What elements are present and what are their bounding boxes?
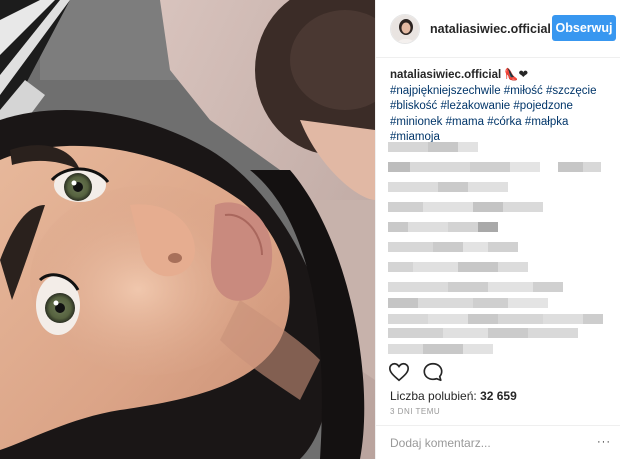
pixel-block — [388, 298, 418, 308]
pixel-block — [478, 222, 498, 232]
hashtag-link[interactable]: #bliskość — [390, 100, 437, 112]
pixel-block — [468, 182, 508, 192]
pixel-block — [533, 282, 563, 292]
pixel-block — [583, 314, 603, 324]
hashtag-link[interactable]: #mama — [446, 116, 484, 128]
pixel-block — [473, 298, 508, 308]
pixel-block — [413, 262, 458, 272]
hashtag-link[interactable]: #najpiękniejszechwile — [390, 85, 501, 97]
pixel-block — [488, 328, 528, 338]
comment-bubble-icon[interactable] — [422, 361, 444, 383]
pixel-block — [388, 222, 408, 232]
author-avatar[interactable] — [390, 13, 420, 44]
pixel-block — [558, 162, 583, 172]
pixel-block — [470, 162, 510, 172]
post-photo[interactable] — [0, 0, 375, 459]
instagram-post: nataliasiwiec.official ✓ Obserwuj natali… — [0, 0, 620, 459]
pixel-block — [423, 202, 473, 212]
more-options-icon[interactable]: ··· — [597, 437, 611, 448]
pixel-block — [583, 162, 601, 172]
hashtag-link[interactable]: #szczęcie — [546, 85, 597, 97]
pixel-block — [458, 262, 498, 272]
pixel-block — [388, 242, 433, 252]
pixel-block — [408, 222, 448, 232]
pixel-block — [498, 314, 543, 324]
pixel-block — [510, 162, 540, 172]
avatar-image — [391, 14, 419, 43]
heart-icon[interactable] — [388, 361, 410, 383]
pixel-block — [388, 202, 423, 212]
pixel-block — [458, 142, 478, 152]
pixel-block — [448, 282, 488, 292]
pixel-block — [438, 182, 468, 192]
pixel-block — [428, 142, 458, 152]
photo-illustration — [0, 0, 375, 459]
caption-author[interactable]: nataliasiwiec.official — [390, 69, 501, 81]
hashtag-link[interactable]: #małpka — [525, 116, 568, 128]
pixel-block — [463, 344, 493, 354]
pixel-block — [498, 262, 528, 272]
pixel-block — [388, 314, 428, 324]
pixel-block — [528, 328, 578, 338]
hashtag-link[interactable]: #leżakowanie — [441, 100, 511, 112]
post-caption: nataliasiwiec.official 👠❤ #najpiękniejsze… — [390, 68, 616, 146]
pixel-block — [473, 202, 503, 212]
pixel-block — [423, 344, 463, 354]
pixel-block — [468, 314, 498, 324]
pixel-block — [388, 162, 410, 172]
hashtag-link[interactable]: #miłość — [504, 85, 543, 97]
pixel-block — [433, 242, 463, 252]
pixel-block — [388, 344, 423, 354]
pixel-block — [508, 298, 548, 308]
pixel-block — [463, 242, 488, 252]
follow-button[interactable]: Obserwuj — [552, 15, 616, 41]
hashtag-link[interactable]: #minionek — [390, 116, 442, 128]
pixel-block — [503, 202, 543, 212]
pixel-block — [428, 314, 468, 324]
caption-emoji: 👠❤ — [504, 69, 529, 81]
post-actions — [388, 361, 444, 385]
pixel-block — [388, 282, 448, 292]
comment-input[interactable] — [390, 435, 590, 450]
pixel-block — [543, 314, 583, 324]
pixel-block — [443, 328, 488, 338]
post-side-panel: nataliasiwiec.official ✓ Obserwuj natali… — [375, 0, 620, 459]
pixel-block — [388, 262, 413, 272]
post-header: nataliasiwiec.official ✓ Obserwuj — [376, 0, 620, 58]
author-username[interactable]: nataliasiwiec.official — [430, 22, 551, 36]
hashtag-list: #najpiękniejszechwile #miłość #szczęcie … — [390, 85, 596, 144]
pixel-block — [388, 328, 443, 338]
likes-label: Liczba polubień: — [390, 389, 477, 403]
pixel-block — [410, 162, 470, 172]
pixel-block — [388, 182, 438, 192]
pixelated-comments — [388, 140, 618, 355]
pixel-block — [488, 282, 533, 292]
likes-summary[interactable]: Liczba polubień: 32 659 — [390, 389, 517, 403]
hashtag-link[interactable]: #pojedzone — [513, 100, 572, 112]
hashtag-link[interactable]: #córka — [487, 116, 522, 128]
post-timestamp[interactable]: 3 DNI TEMU — [390, 407, 440, 416]
pixel-block — [388, 142, 428, 152]
comment-bar: ··· — [376, 425, 620, 459]
pixel-block — [488, 242, 518, 252]
likes-count: 32 659 — [480, 389, 517, 403]
pixel-block — [448, 222, 478, 232]
pixel-block — [418, 298, 473, 308]
